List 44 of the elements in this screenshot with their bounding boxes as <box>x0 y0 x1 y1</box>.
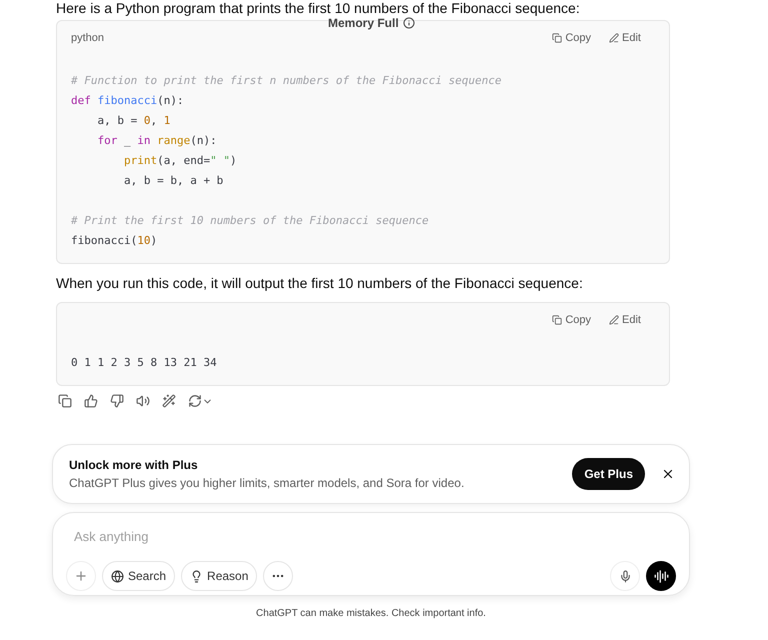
edit-button[interactable]: Edit <box>609 312 641 328</box>
pen-icon <box>609 33 620 43</box>
microphone-button[interactable] <box>610 561 640 591</box>
copy-icon <box>552 315 562 325</box>
info-icon[interactable] <box>402 17 415 29</box>
wand-icon[interactable] <box>162 394 176 408</box>
memory-full-text: Memory Full <box>328 15 399 32</box>
thumbs-up-icon[interactable] <box>84 394 98 408</box>
edit-button[interactable]: Edit <box>609 30 641 46</box>
get-plus-button[interactable]: Get Plus <box>572 458 645 490</box>
disclaimer-text: ChatGPT can make mistakes. Check important info. <box>255 607 487 621</box>
code-line: a, b = b, a + b <box>124 173 224 189</box>
copy-icon[interactable] <box>58 394 72 408</box>
voice-button[interactable] <box>646 561 676 591</box>
copy-button[interactable]: Copy <box>552 312 592 328</box>
thumbs-down-icon[interactable] <box>110 394 124 408</box>
reason-button[interactable]: Reason <box>181 561 258 591</box>
microphone-icon <box>618 570 632 582</box>
globe-icon <box>111 570 124 582</box>
plus-title: Unlock more with Plus <box>69 457 199 474</box>
code-line: 0 1 1 2 3 5 8 13 21 34 <box>71 355 217 371</box>
message-input[interactable]: Ask anything <box>74 527 574 546</box>
close-icon[interactable] <box>661 467 675 481</box>
pen-icon <box>609 315 620 325</box>
lightbulb-icon <box>190 570 204 582</box>
code-line: def fibonacci(n): <box>71 93 184 109</box>
sound-wave-icon <box>654 568 668 584</box>
code-line: a, b = 0, 1 <box>97 113 170 129</box>
copy-icon <box>552 33 562 43</box>
code-comment: # Print the first 10 numbers of the Fibonacci sequence <box>71 213 429 229</box>
search-button[interactable]: Search <box>102 561 176 591</box>
regenerate-button[interactable] <box>188 394 213 408</box>
code-line: print(a, end=" ") <box>124 153 237 169</box>
code-line: fibonacci(10) <box>71 233 158 249</box>
plus-icon <box>74 569 88 583</box>
copy-button[interactable]: Copy <box>552 30 592 46</box>
speaker-icon[interactable] <box>136 394 150 408</box>
plus-description: ChatGPT Plus gives you higher limits, smarter models, and Sora for video. <box>69 475 464 492</box>
code-line: for _ in range(n): <box>97 133 217 149</box>
refresh-icon <box>188 394 202 408</box>
code-comment: # Function to print the first n numbers of the Fibonacci sequence <box>71 73 502 89</box>
code-language: python <box>71 30 104 46</box>
outro-text: When you run this code, it will output the first 10 numbers of the Fibonacci sequence: <box>56 274 584 292</box>
intro-text: Here is a Python program that prints the first 10 numbers of the Fibonacci sequence: <box>56 0 581 17</box>
